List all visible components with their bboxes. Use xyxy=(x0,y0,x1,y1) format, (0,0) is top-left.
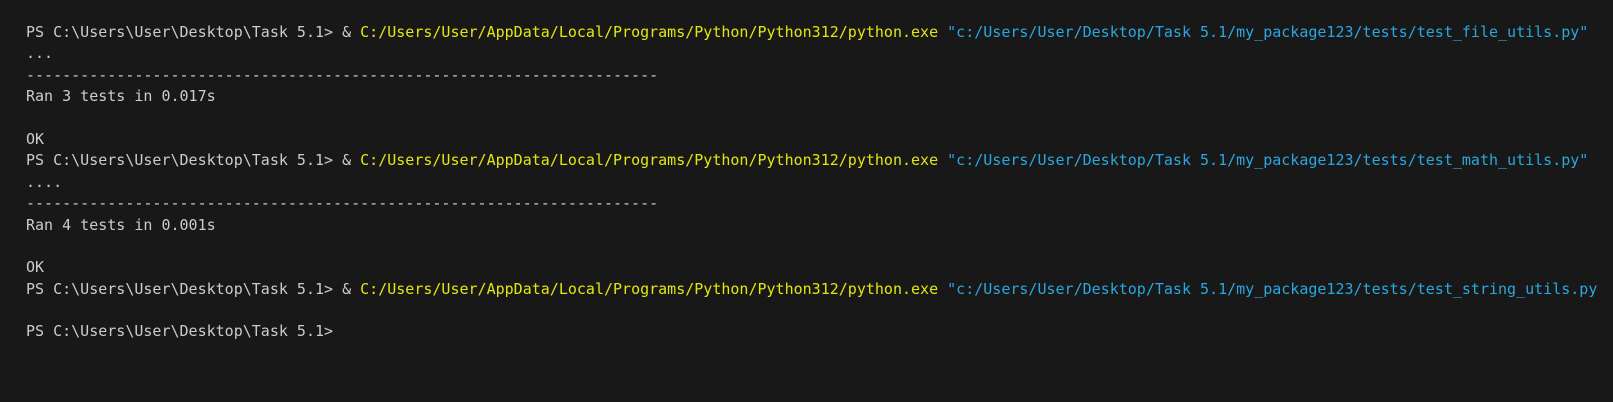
script-path-argument: "c:/Users/User/Desktop/Task 5.1/my_packa… xyxy=(947,23,1589,41)
current-prompt-line[interactable]: PS C:\Users\User\Desktop\Task 5.1> xyxy=(26,321,1613,342)
separator-line: ----------------------------------------… xyxy=(26,65,659,84)
call-operator: & xyxy=(342,23,361,41)
prompt: PS C:\Users\User\Desktop\Task 5.1> xyxy=(26,151,343,170)
test-progress-dots: .... xyxy=(26,172,63,191)
python-executable-path: C:/Users/User/AppData/Local/Programs/Pyt… xyxy=(360,151,939,170)
python-executable-path: C:/Users/User/AppData/Local/Programs/Pyt… xyxy=(360,279,939,298)
script-path-argument: "c:/Users/User/Desktop/Task 5.1/my_packa… xyxy=(947,151,1589,170)
test-result: OK xyxy=(26,129,45,148)
command-line: PS C:\Users\User\Desktop\Task 5.1> & C:/… xyxy=(26,279,1613,300)
command-line: PS C:\Users\User\Desktop\Task 5.1> & C:/… xyxy=(26,22,1613,43)
test-result: OK xyxy=(26,258,45,277)
separator-line: ----------------------------------------… xyxy=(26,194,659,213)
python-executable-path: C:/Users/User/AppData/Local/Programs/Pyt… xyxy=(360,23,939,41)
terminal-panel[interactable]: PS C:\Users\User\Desktop\Task 5.1> & C:/… xyxy=(0,0,1613,402)
call-operator: & xyxy=(342,151,361,170)
script-path-argument: "c:/Users/User/Desktop/Task 5.1/my_packa… xyxy=(947,279,1607,298)
command-line: PS C:\Users\User\Desktop\Task 5.1> & C:/… xyxy=(26,150,1613,171)
prompt: PS C:\Users\User\Desktop\Task 5.1> xyxy=(26,322,334,341)
test-progress-dots: ... xyxy=(26,44,54,63)
test-summary: Ran 3 tests in 0.017s xyxy=(26,87,216,106)
prompt: PS C:\Users\User\Desktop\Task 5.1> xyxy=(26,279,343,298)
test-summary: Ran 4 tests in 0.001s xyxy=(26,215,216,234)
vertical-scrollbar[interactable] xyxy=(1599,0,1613,402)
prompt: PS C:\Users\User\Desktop\Task 5.1> xyxy=(26,23,343,41)
call-operator: & xyxy=(342,279,361,298)
